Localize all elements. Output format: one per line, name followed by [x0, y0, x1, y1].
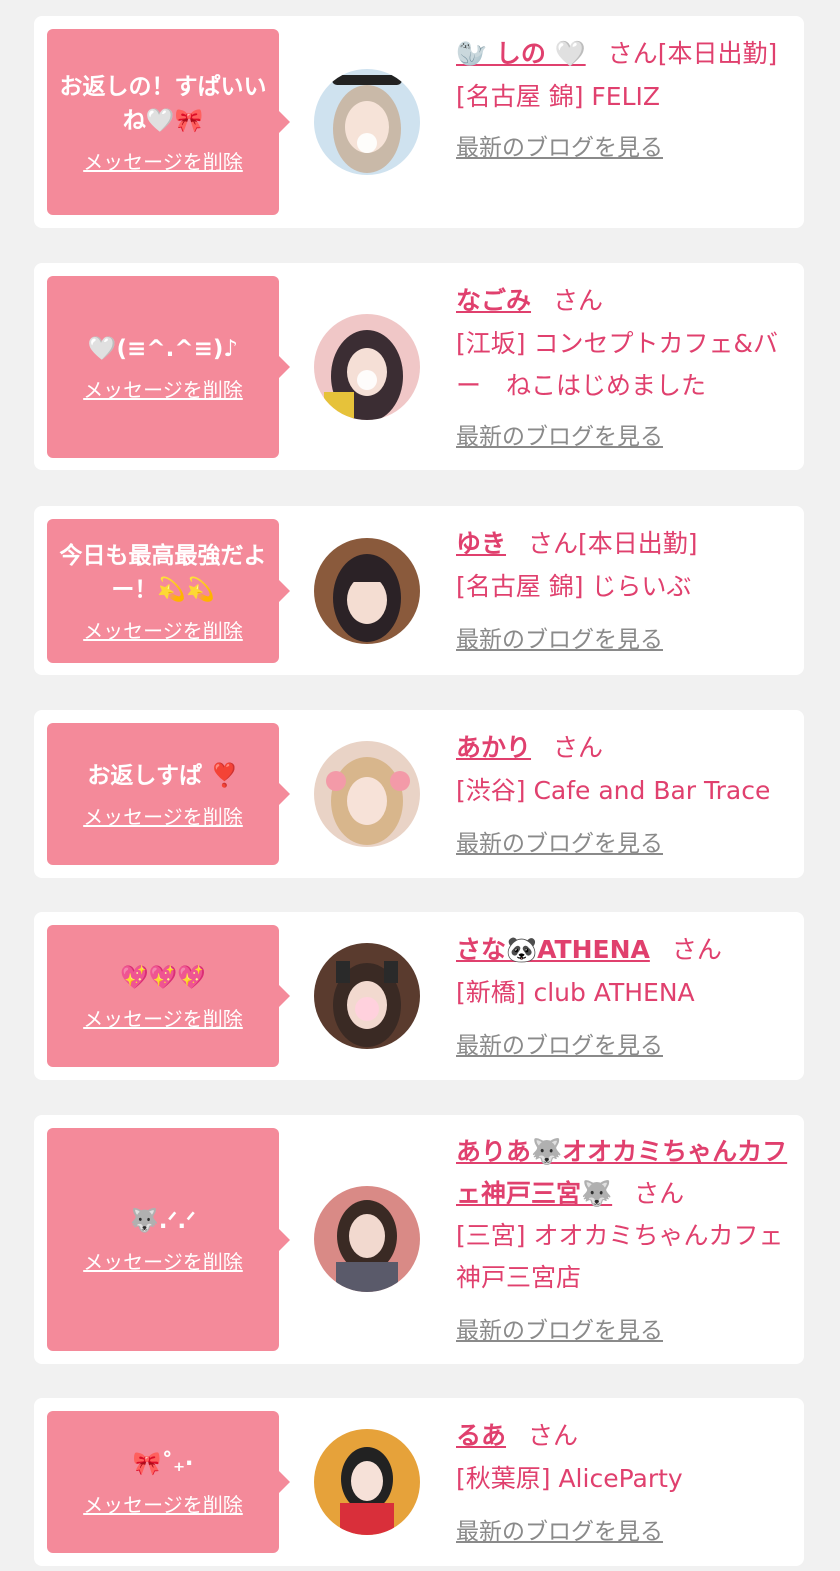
honorific: さん [528, 1421, 579, 1450]
favorites-list: お返しの！すぱいいね🤍🎀 メッセージを削除 🦭 しの 🤍 さん[本日出勤] [名古… [0, 0, 840, 1571]
avatar[interactable] [314, 538, 420, 644]
honorific: さん [671, 935, 722, 964]
avatar[interactable] [314, 1186, 420, 1292]
list-item: 今日も最高最強だよー！💫💫 メッセージを削除 ゆき さん[本日出勤] [名古屋 錦… [34, 506, 804, 675]
latest-blog-link[interactable]: 最新のブログを見る [456, 417, 663, 451]
honorific: さん [528, 529, 579, 558]
message-text: 🤍(≡^.^≡)♪ [87, 335, 239, 362]
cast-name-link[interactable]: るあ [456, 1421, 506, 1450]
cast-info: ありあ🐺オオカミちゃんカフェ神戸三宮🐺 さん [三宮] オオカミちゃんカフェ神戸三… [456, 1131, 796, 1345]
delete-message-link[interactable]: メッセージを削除 [83, 374, 243, 403]
message-text: お返しの！すぱいいね🤍🎀 [59, 73, 267, 134]
latest-blog-link[interactable]: 最新のブログを見る [456, 1311, 663, 1345]
latest-blog-link[interactable]: 最新のブログを見る [456, 128, 663, 162]
message-text: お返しすぱ ❣️ [87, 762, 239, 789]
message-bubble: 🎀˚₊‧ メッセージを削除 [47, 1411, 290, 1553]
shop-text: [秋葉原] AliceParty [456, 1464, 683, 1493]
cast-info: 🦭 しの 🤍 さん[本日出勤] [名古屋 錦] FELIZ 最新のブログを見る [456, 32, 796, 162]
message-bubble: 🤍(≡^.^≡)♪ メッセージを削除 [47, 276, 290, 458]
shop-text: [江坂] コンセプトカフェ&バー ねこはじめました [456, 329, 778, 400]
cast-name-link[interactable]: あかり [456, 733, 531, 762]
cast-info: ゆき さん[本日出勤] [名古屋 錦] じらいぶ 最新のブログを見る [456, 522, 796, 654]
message-bubble: お返しすぱ ❣️ メッセージを削除 [47, 723, 290, 865]
latest-blog-link[interactable]: 最新のブログを見る [456, 1026, 663, 1060]
avatar[interactable] [314, 314, 420, 420]
cast-name-link[interactable]: さな🐼ATHENA [456, 935, 650, 964]
delete-message-link[interactable]: メッセージを削除 [83, 1003, 243, 1032]
list-item: お返しすぱ ❣️ メッセージを削除 あかり さん [渋谷] Cafe and Ba… [34, 710, 804, 878]
avatar[interactable] [314, 943, 420, 1049]
cast-info: さな🐼ATHENA さん [新橋] club ATHENA 最新のブログを見る [456, 928, 796, 1060]
shop-text: [渋谷] Cafe and Bar Trace [456, 776, 771, 805]
message-text: 💖💖💖 [120, 964, 206, 991]
message-bubble: 🐺.ᐟ.ᐟ メッセージを削除 [47, 1128, 290, 1351]
list-item: 🎀˚₊‧ メッセージを削除 るあ さん [秋葉原] AliceParty 最新のブ… [34, 1398, 804, 1566]
list-item: 🐺.ᐟ.ᐟ メッセージを削除 ありあ🐺オオカミちゃんカフェ神戸三宮🐺 さん [三宮… [34, 1115, 804, 1364]
message-text: 🐺.ᐟ.ᐟ [130, 1208, 196, 1234]
honorific: さん [553, 286, 604, 315]
delete-message-link[interactable]: メッセージを削除 [83, 1489, 243, 1518]
cast-name-link[interactable]: ありあ🐺オオカミちゃんカフェ神戸三宮🐺 [456, 1137, 787, 1208]
delete-message-link[interactable]: メッセージを削除 [83, 615, 243, 644]
status-text: [本日出勤] [657, 39, 778, 68]
cast-info: なごみ さん [江坂] コンセプトカフェ&バー ねこはじめました 最新のブログを見… [456, 279, 796, 451]
shop-text: [新橋] club ATHENA [456, 978, 695, 1007]
latest-blog-link[interactable]: 最新のブログを見る [456, 824, 663, 858]
cast-info: あかり さん [渋谷] Cafe and Bar Trace 最新のブログを見る [456, 726, 796, 858]
status-text: [本日出勤] [578, 529, 698, 558]
delete-message-link[interactable]: メッセージを削除 [83, 146, 243, 175]
message-bubble: 今日も最高最強だよー！💫💫 メッセージを削除 [47, 519, 290, 663]
delete-message-link[interactable]: メッセージを削除 [83, 1246, 243, 1275]
avatar[interactable] [314, 69, 420, 175]
list-item: 💖💖💖 メッセージを削除 さな🐼ATHENA さん [新橋] club ATHEN… [34, 912, 804, 1080]
latest-blog-link[interactable]: 最新のブログを見る [456, 620, 663, 654]
shop-text: [名古屋 錦] じらいぶ [456, 572, 692, 601]
honorific: さん [634, 1179, 685, 1208]
avatar[interactable] [314, 1429, 420, 1535]
cast-name-link[interactable]: なごみ [456, 286, 531, 315]
latest-blog-link[interactable]: 最新のブログを見る [456, 1512, 663, 1546]
cast-info: るあ さん [秋葉原] AliceParty 最新のブログを見る [456, 1414, 796, 1546]
honorific: さん [607, 39, 658, 68]
shop-text: [名古屋 錦] FELIZ [456, 82, 661, 111]
cast-name-link[interactable]: ゆき [456, 529, 506, 558]
message-text: 🎀˚₊‧ [132, 1450, 194, 1477]
shop-text: [三宮] オオカミちゃんカフェ神戸三宮店 [456, 1221, 784, 1292]
cast-name-link[interactable]: 🦭 しの 🤍 [456, 39, 586, 68]
delete-message-link[interactable]: メッセージを削除 [83, 801, 243, 830]
list-item: お返しの！すぱいいね🤍🎀 メッセージを削除 🦭 しの 🤍 さん[本日出勤] [名古… [34, 16, 804, 228]
message-bubble: お返しの！すぱいいね🤍🎀 メッセージを削除 [47, 29, 290, 215]
list-item: 🤍(≡^.^≡)♪ メッセージを削除 なごみ さん [江坂] コンセプトカフェ&バ… [34, 263, 804, 470]
message-bubble: 💖💖💖 メッセージを削除 [47, 925, 290, 1067]
message-text: 今日も最高最強だよー！💫💫 [59, 542, 267, 603]
honorific: さん [553, 733, 604, 762]
avatar[interactable] [314, 741, 420, 847]
